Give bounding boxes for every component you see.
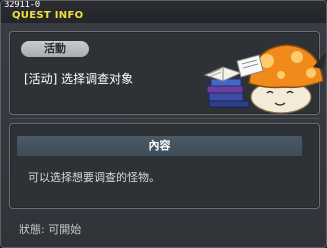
quest-status: 狀態: 可開始 [19,223,82,236]
mushroom-reading-books-icon [203,44,326,114]
quest-info-window: 32911-0 QUEST INFO 活動 [活动] 选择调查对象 內容 可以选… [0,0,327,248]
content-panel: 內容 可以选择想要调查的怪物。 [9,123,320,209]
title-bar[interactable]: 32911-0 QUEST INFO [1,1,326,23]
content-header: 內容 [17,136,302,156]
quest-id: 32911-0 [4,0,40,10]
content-text: 可以选择想要调查的怪物。 [28,171,160,184]
window-title: QUEST INFO [12,10,84,21]
quest-name: [活动] 选择调查对象 [24,72,134,86]
section-divider [9,118,320,119]
quest-type-badge: 活動 [21,41,89,57]
